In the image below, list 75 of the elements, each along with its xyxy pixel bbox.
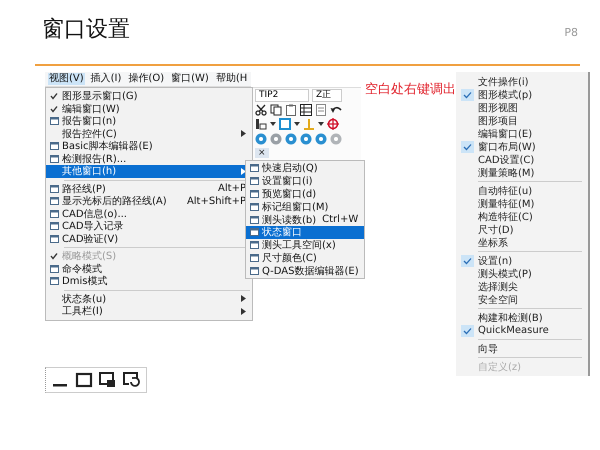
window-icon — [50, 210, 58, 218]
callout-text: 空白处右键调出 — [365, 81, 456, 98]
menu-item[interactable]: 报告窗口(n) — [46, 115, 252, 128]
menu-item[interactable]: 自动特征(u) — [456, 184, 588, 197]
circle-icon[interactable] — [285, 132, 297, 145]
square-icon[interactable] — [279, 118, 291, 130]
dropdown[interactable]: TIP2 — [255, 89, 309, 102]
menu-item[interactable]: 测头模式(P) — [456, 267, 588, 280]
window-icon — [250, 164, 258, 172]
restore-window-icon[interactable] — [122, 370, 142, 388]
menu-item[interactable]: 构建和检测(B) — [456, 311, 588, 324]
menu-item[interactable]: 编辑窗口(E) — [456, 127, 588, 140]
dropdown[interactable]: Z正 — [312, 89, 342, 102]
window-icon — [50, 184, 58, 193]
probe-icon[interactable] — [255, 118, 267, 130]
circle-icon[interactable] — [315, 132, 327, 145]
page-number: P8 — [564, 26, 578, 39]
menu-item[interactable]: 测量策略(M) — [456, 166, 588, 179]
menu-item[interactable]: 构造特征(C) — [456, 210, 588, 223]
menu-bar-item[interactable]: 视图(V) — [48, 73, 85, 85]
menu-item[interactable]: 安全空间 — [456, 293, 588, 306]
menu-bar-item[interactable]: 帮助(H — [214, 73, 248, 85]
maximize-icon[interactable] — [74, 370, 94, 388]
menu-item[interactable]: 状态窗口 — [246, 226, 364, 239]
menu-item[interactable]: Basic脚本编辑器(E) — [46, 140, 252, 152]
menu-item[interactable]: 坐标系 — [456, 236, 588, 249]
window-icon — [50, 277, 58, 286]
menu-item[interactable]: QuickMeasure — [456, 324, 588, 337]
menu-item[interactable]: 选择测尖 — [456, 280, 588, 293]
menu-item[interactable]: 报告控件(C) — [46, 128, 252, 140]
close-tab-button[interactable]: × — [255, 148, 269, 158]
clipboard-icon[interactable] — [285, 104, 297, 116]
menu-bar-item[interactable]: 操作(O) — [127, 73, 166, 85]
menu-item[interactable]: CAD设置(C) — [456, 153, 588, 166]
menu-item[interactable]: 图形视图 — [456, 101, 588, 114]
caret-icon[interactable] — [294, 122, 300, 126]
window-icon — [50, 222, 58, 230]
menu-item[interactable]: 编辑窗口(W) — [46, 102, 252, 115]
window-icon — [250, 254, 258, 262]
window-icon — [250, 190, 258, 198]
scissors-icon[interactable] — [255, 104, 267, 116]
menu-item[interactable]: 图形模式(p) — [456, 88, 588, 101]
window-icon — [50, 117, 58, 126]
menu-item[interactable]: 测量特征(M) — [456, 197, 588, 210]
menu-item[interactable]: 设置(n) — [456, 254, 588, 267]
window-icon — [50, 197, 58, 206]
window-icon — [250, 216, 258, 224]
window-icon — [50, 234, 58, 243]
window-icon — [250, 241, 258, 250]
window-icon — [50, 264, 58, 273]
caret-icon[interactable] — [318, 122, 324, 126]
menu-item[interactable]: 图形显示窗口(G) — [46, 90, 252, 102]
menu-item[interactable]: 向导 — [456, 342, 588, 355]
window-icon — [50, 142, 58, 150]
grid-icon[interactable] — [300, 104, 312, 116]
window-icon — [250, 202, 258, 211]
caret-icon[interactable] — [270, 122, 276, 126]
menu-item[interactable]: 工具栏(I) — [46, 305, 252, 318]
menu-item[interactable]: 图形项目 — [456, 114, 588, 127]
copy-icon[interactable] — [270, 104, 282, 116]
menu-item[interactable]: 检测报告(R)... — [46, 152, 252, 165]
window-icon — [250, 266, 258, 275]
menu-item[interactable]: 状态条(u) — [46, 292, 252, 305]
menu-item[interactable]: 文件操作(i) — [456, 75, 588, 88]
window-icon — [50, 154, 58, 163]
window-icon — [250, 228, 258, 236]
circle-icon[interactable] — [300, 132, 312, 145]
menu-bar-item[interactable]: 窗口(W) — [170, 73, 210, 85]
menu-item[interactable]: 窗口布局(W) — [456, 140, 588, 153]
menu-bar-item[interactable]: 插入(I) — [90, 73, 122, 85]
menu-item[interactable]: Dmis模式 — [46, 275, 252, 288]
slide-title: 窗口设置 — [42, 16, 130, 44]
menu-item[interactable]: 尺寸(D) — [456, 223, 588, 236]
crosshair-icon[interactable] — [327, 118, 339, 130]
window-icon — [250, 177, 258, 186]
